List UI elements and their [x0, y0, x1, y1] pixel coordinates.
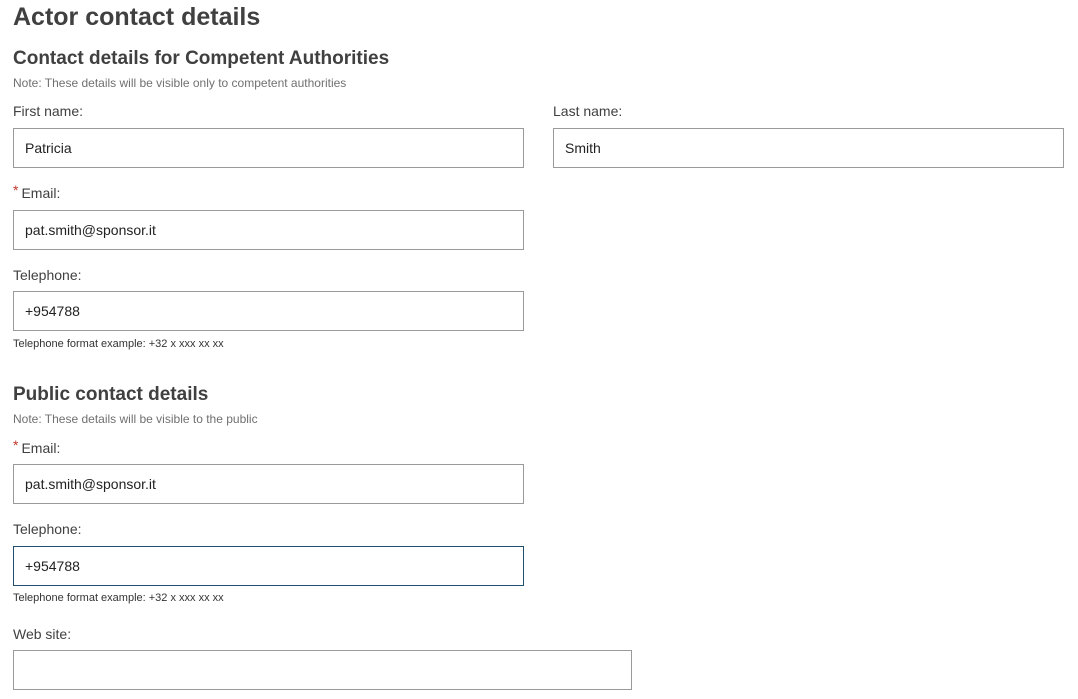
ca-telephone-hint: Telephone format example: +32 x xxx xx x…	[13, 338, 224, 350]
public-section-heading: Public contact details	[13, 384, 209, 405]
public-email-label: Email:	[21, 440, 61, 456]
ca-email-label-row: * Email:	[13, 182, 61, 202]
public-telephone-hint: Telephone format example: +32 x xxx xx x…	[13, 592, 224, 604]
ca-section-note: Note: These details will be visible only…	[13, 76, 347, 90]
ca-email-input[interactable]	[13, 210, 524, 250]
ca-first-name-label: First name:	[13, 103, 84, 119]
ca-first-name-input[interactable]	[13, 128, 524, 168]
public-website-label: Web site:	[13, 626, 72, 642]
ca-telephone-input[interactable]	[13, 291, 524, 331]
actor-contact-details-page: Actor contact details Contact details fo…	[0, 0, 1078, 699]
public-telephone-label: Telephone:	[13, 521, 82, 537]
required-marker: *	[13, 437, 19, 453]
required-marker: *	[13, 182, 19, 198]
public-section-note: Note: These details will be visible to t…	[13, 412, 258, 426]
public-telephone-input[interactable]	[13, 546, 524, 586]
ca-section-heading: Contact details for Competent Authoritie…	[13, 48, 390, 69]
ca-last-name-label: Last name:	[553, 103, 623, 119]
public-email-input[interactable]	[13, 464, 524, 504]
public-website-input[interactable]	[13, 650, 632, 690]
public-email-label-row: * Email:	[13, 437, 61, 457]
ca-email-label: Email:	[21, 185, 61, 201]
page-title: Actor contact details	[13, 3, 261, 31]
ca-last-name-input[interactable]	[553, 128, 1064, 168]
ca-telephone-label: Telephone:	[13, 267, 82, 283]
